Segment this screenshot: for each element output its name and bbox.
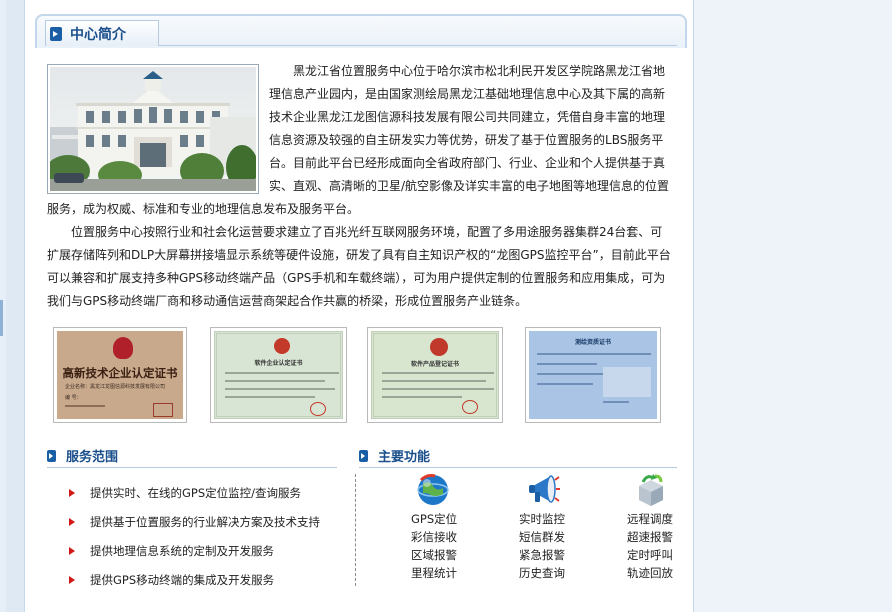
section-arrow-icon: [359, 449, 368, 462]
feature-column-3: 远程调度 超速报警 定时呼叫 轨迹回放: [627, 510, 673, 582]
triangle-bullet-icon: [69, 546, 75, 555]
certificate-title: 测绘资质证书: [574, 339, 611, 346]
feature-speed-alarm[interactable]: 超速报警: [627, 528, 673, 546]
intro-text: 黑龙江省位置服务中心位于哈尔滨市松北利民开发区学院路黑龙江省地理信息产业园内，是…: [47, 60, 673, 313]
features-section-header: 主要功能: [359, 444, 677, 468]
triangle-bullet-icon: [69, 488, 75, 497]
features-title: 主要功能: [378, 450, 431, 465]
feature-realtime-monitor[interactable]: 实时监控: [519, 510, 565, 528]
content-panel: 中心简介 黑龙江省位置服务中心位于哈尔滨市松北利民开发区学院路黑龙江省地理信息产…: [24, 0, 694, 612]
list-item: 提供实时、在线的GPS定位监控/查询服务: [69, 478, 359, 507]
intro-tab[interactable]: 中心简介: [45, 20, 159, 46]
globe-icon: [415, 472, 451, 508]
triangle-bullet-icon: [69, 517, 75, 526]
certificate-high-tech[interactable]: 高新技术企业认定证书 企业名称：黑龙江龙图信源科技发展有限公司 编 号：: [53, 327, 187, 423]
feature-mms-receive[interactable]: 彩信接收: [411, 528, 457, 546]
list-item: 提供GPS移动终端的集成及开发服务: [69, 565, 359, 594]
feature-timed-call[interactable]: 定时呼叫: [627, 546, 673, 564]
certificate-software-product[interactable]: 软件产品登记证书: [367, 327, 503, 423]
feature-area-alarm[interactable]: 区域报警: [411, 546, 457, 564]
service-label: 提供基于位置服务的行业解决方案及技术支持: [90, 514, 320, 529]
certificate-software-enterprise[interactable]: 软件企业认定证书: [210, 327, 347, 423]
left-edge-strip: [0, 0, 6, 612]
certificate-title: 高新技术企业认定证书: [62, 366, 178, 380]
certificate-title: 软件产品登记证书: [410, 361, 459, 368]
recycle-box-icon: [633, 472, 669, 508]
certificate-gallery: 高新技术企业认定证书 企业名称：黑龙江龙图信源科技发展有限公司 编 号： 软件企…: [53, 327, 663, 423]
list-item: 提供地理信息系统的定制及开发服务: [69, 536, 359, 565]
services-section-header: 服务范围: [47, 444, 337, 468]
megaphone-icon: [525, 472, 561, 508]
feature-column-1: GPS定位 彩信接收 区域报警 里程统计: [411, 510, 457, 582]
section-arrow-icon: [50, 26, 62, 41]
services-title: 服务范围: [66, 450, 119, 465]
service-label: 提供实时、在线的GPS定位监控/查询服务: [90, 485, 302, 500]
feature-history-query[interactable]: 历史查询: [519, 564, 565, 582]
list-item: 提供基于位置服务的行业解决方案及技术支持: [69, 507, 359, 536]
feature-column-2: 实时监控 短信群发 紧急报警 历史查询: [519, 510, 565, 582]
service-label: 提供GPS移动终端的集成及开发服务: [90, 572, 275, 587]
certificate-surveying[interactable]: 测绘资质证书: [525, 327, 661, 423]
intro-section-header: 中心简介: [45, 20, 677, 46]
certificate-number-line: 编 号：: [65, 395, 82, 401]
section-arrow-icon: [47, 449, 56, 462]
features-grid: GPS定位 彩信接收 区域报警 里程统计 实时监控 短信群发 紧急报警 历史查询…: [375, 472, 675, 592]
feature-track-playback[interactable]: 轨迹回放: [627, 564, 673, 582]
triangle-bullet-icon: [69, 575, 75, 584]
feature-emergency-alarm[interactable]: 紧急报警: [519, 546, 565, 564]
intro-section-title: 中心简介: [70, 26, 126, 43]
feature-sms-broadcast[interactable]: 短信群发: [519, 528, 565, 546]
service-label: 提供地理信息系统的定制及开发服务: [90, 543, 274, 558]
services-list: 提供实时、在线的GPS定位监控/查询服务 提供基于位置服务的行业解决方案及技术支…: [69, 478, 359, 594]
feature-mileage-stats[interactable]: 里程统计: [411, 564, 457, 582]
left-edge-marker: [0, 300, 3, 336]
dashed-divider: [355, 474, 356, 586]
certificate-title: 软件企业认定证书: [254, 360, 303, 367]
feature-gps-location[interactable]: GPS定位: [411, 510, 457, 528]
intro-paragraph-2: 位置服务中心按照行业和社会化运营要求建立了百兆光纤互联网服务环境，配置了多用途服…: [47, 225, 671, 308]
feature-remote-dispatch[interactable]: 远程调度: [627, 510, 673, 528]
right-blank-area: [694, 0, 892, 612]
certificate-company-line: 企业名称：黑龙江龙图信源科技发展有限公司: [65, 384, 166, 390]
